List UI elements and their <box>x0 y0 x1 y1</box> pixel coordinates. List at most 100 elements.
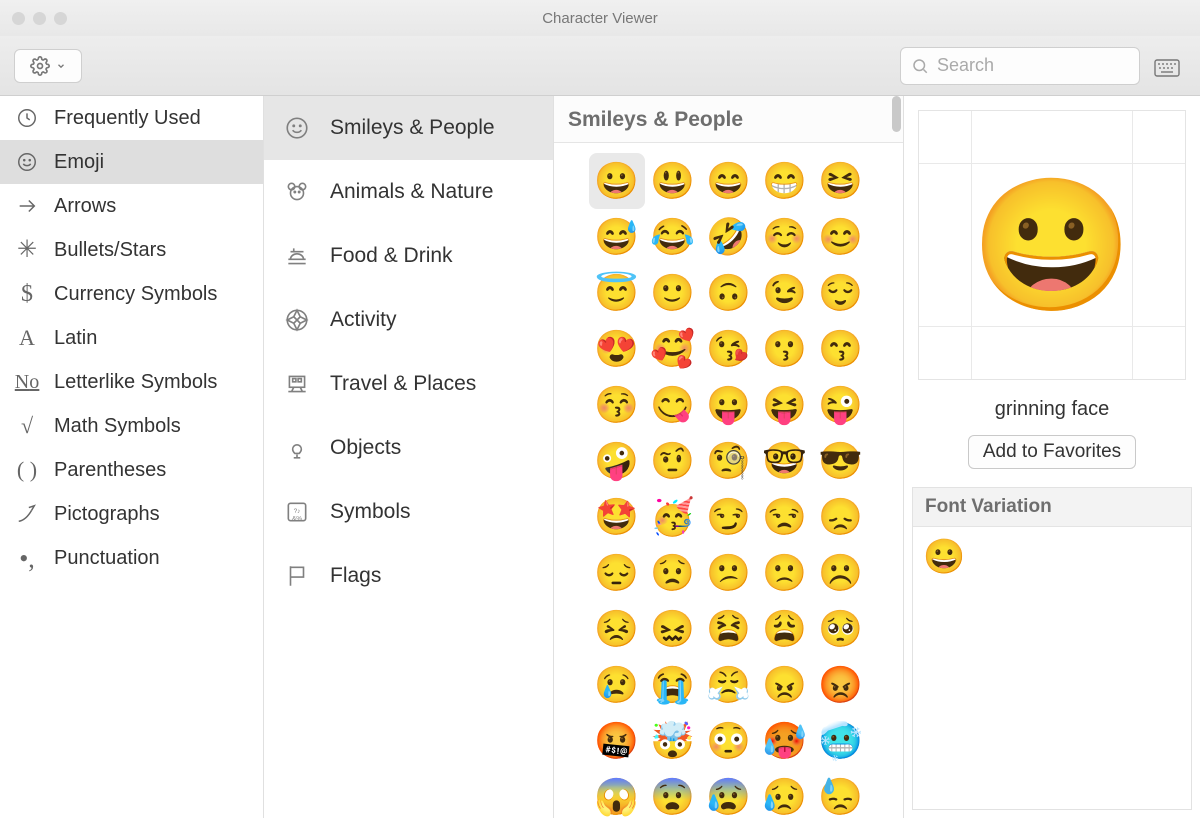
emoji-cell[interactable]: 😫 <box>701 601 757 657</box>
emoji-cell[interactable]: 🥶 <box>813 713 869 769</box>
sidebar-item-pictographs[interactable]: Pictographs <box>0 492 263 536</box>
emoji-cell[interactable]: 😌 <box>813 265 869 321</box>
emoji-cell[interactable]: 🤯 <box>645 713 701 769</box>
emoji-cell[interactable]: 😗 <box>757 321 813 377</box>
add-to-favorites-button[interactable]: Add to Favorites <box>968 435 1136 469</box>
subcategory-icon <box>282 179 312 205</box>
asterisk-icon: ✳︎ <box>14 238 40 262</box>
emoji-cell[interactable]: 😋 <box>645 377 701 433</box>
emoji-cell[interactable]: 😍 <box>589 321 645 377</box>
emoji-cell[interactable]: 🧐 <box>701 433 757 489</box>
sidebar-item-label: Math Symbols <box>54 415 181 438</box>
sidebar-item-math-symbols[interactable]: √Math Symbols <box>0 404 263 448</box>
emoji-cell[interactable]: 😄 <box>701 153 757 209</box>
emoji-cell[interactable]: 😞 <box>813 489 869 545</box>
emoji-cell[interactable]: 😜 <box>813 377 869 433</box>
emoji-cell[interactable]: 😩 <box>757 601 813 657</box>
close-button[interactable] <box>12 12 25 25</box>
subcategory-list: Smileys & PeopleAnimals & NatureFood & D… <box>264 96 554 818</box>
emoji-cell[interactable]: 😛 <box>701 377 757 433</box>
subcategory-label: Activity <box>330 308 397 332</box>
emoji-cell[interactable]: 🙁 <box>757 545 813 601</box>
emoji-cell[interactable]: 😉 <box>757 265 813 321</box>
emoji-cell[interactable]: 😡 <box>813 657 869 713</box>
search-input[interactable] <box>937 55 1129 76</box>
emoji-cell[interactable]: 😖 <box>645 601 701 657</box>
emoji-cell[interactable]: 😰 <box>701 769 757 818</box>
quill-icon <box>14 503 40 525</box>
emoji-cell[interactable]: 🤩 <box>589 489 645 545</box>
preview-box: 😀 <box>918 110 1186 380</box>
emoji-cell[interactable]: 🥺 <box>813 601 869 657</box>
emoji-cell[interactable]: 😘 <box>701 321 757 377</box>
emoji-cell[interactable]: 😀 <box>589 153 645 209</box>
subcategory-food-drink[interactable]: Food & Drink <box>264 224 553 288</box>
emoji-cell[interactable]: 😊 <box>813 209 869 265</box>
sidebar-item-letterlike-symbols[interactable]: NoLetterlike Symbols <box>0 360 263 404</box>
emoji-cell[interactable]: 🥰 <box>645 321 701 377</box>
emoji-cell[interactable]: 😅 <box>589 209 645 265</box>
zoom-button[interactable] <box>54 12 67 25</box>
subcategory-animals-nature[interactable]: Animals & Nature <box>264 160 553 224</box>
emoji-cell[interactable]: 😱 <box>589 769 645 818</box>
emoji-cell[interactable]: 😭 <box>645 657 701 713</box>
emoji-cell[interactable]: 🥳 <box>645 489 701 545</box>
emoji-cell[interactable]: 😂 <box>645 209 701 265</box>
emoji-cell[interactable]: 🤣 <box>701 209 757 265</box>
subcategory-travel-places[interactable]: Travel & Places <box>264 352 553 416</box>
sidebar-item-arrows[interactable]: Arrows <box>0 184 263 228</box>
emoji-cell[interactable]: 😟 <box>645 545 701 601</box>
emoji-cell[interactable]: 😔 <box>589 545 645 601</box>
subcategory-symbols[interactable]: ?♪&%Symbols <box>264 480 553 544</box>
emoji-cell[interactable]: 😕 <box>701 545 757 601</box>
preview-name: grinning face <box>904 398 1200 421</box>
titlebar: Character Viewer <box>0 0 1200 36</box>
emoji-cell[interactable]: 🙃 <box>701 265 757 321</box>
sidebar-item-punctuation[interactable]: •,Punctuation <box>0 536 263 580</box>
options-button[interactable] <box>14 49 82 83</box>
emoji-cell[interactable]: 😏 <box>701 489 757 545</box>
emoji-cell[interactable]: 😥 <box>757 769 813 818</box>
sidebar-item-latin[interactable]: ALatin <box>0 316 263 360</box>
subcategory-activity[interactable]: Activity <box>264 288 553 352</box>
emoji-cell[interactable]: 😢 <box>589 657 645 713</box>
sidebar-item-frequently-used[interactable]: Frequently Used <box>0 96 263 140</box>
emoji-cell[interactable]: 😒 <box>757 489 813 545</box>
keyboard-icon <box>1154 55 1180 77</box>
emoji-cell[interactable]: 😎 <box>813 433 869 489</box>
minimize-button[interactable] <box>33 12 46 25</box>
font-variation-glyph[interactable]: 😀 <box>923 538 965 576</box>
emoji-cell[interactable]: 😓 <box>813 769 869 818</box>
emoji-cell[interactable]: 😃 <box>645 153 701 209</box>
subcategory-smileys-people[interactable]: Smileys & People <box>264 96 553 160</box>
subcategory-objects[interactable]: Objects <box>264 416 553 480</box>
sidebar-item-bullets-stars[interactable]: ✳︎Bullets/Stars <box>0 228 263 272</box>
emoji-cell[interactable]: 🤪 <box>589 433 645 489</box>
emoji-cell[interactable]: 😨 <box>645 769 701 818</box>
emoji-cell[interactable]: 😆 <box>813 153 869 209</box>
emoji-cell[interactable]: ☹️ <box>813 545 869 601</box>
search-field[interactable] <box>900 47 1140 85</box>
font-variation-panel: Font Variation 😀 <box>912 487 1192 810</box>
emoji-cell[interactable]: 🤬 <box>589 713 645 769</box>
emoji-cell[interactable]: 😚 <box>589 377 645 433</box>
emoji-cell[interactable]: 🙂 <box>645 265 701 321</box>
sidebar-item-currency-symbols[interactable]: $Currency Symbols <box>0 272 263 316</box>
emoji-cell[interactable]: 🤨 <box>645 433 701 489</box>
emoji-cell[interactable]: 😳 <box>701 713 757 769</box>
scrollbar-thumb[interactable] <box>892 96 901 132</box>
emoji-cell[interactable]: 😠 <box>757 657 813 713</box>
emoji-cell[interactable]: 😣 <box>589 601 645 657</box>
emoji-cell[interactable]: 😁 <box>757 153 813 209</box>
emoji-cell[interactable]: 😇 <box>589 265 645 321</box>
emoji-cell[interactable]: 🥵 <box>757 713 813 769</box>
emoji-cell[interactable]: ☺️ <box>757 209 813 265</box>
emoji-cell[interactable]: 🤓 <box>757 433 813 489</box>
emoji-cell[interactable]: 😤 <box>701 657 757 713</box>
sidebar-item-parentheses[interactable]: ( )Parentheses <box>0 448 263 492</box>
emoji-cell[interactable]: 😝 <box>757 377 813 433</box>
subcategory-flags[interactable]: Flags <box>264 544 553 608</box>
keyboard-viewer-button[interactable] <box>1148 50 1186 82</box>
sidebar-item-emoji[interactable]: Emoji <box>0 140 263 184</box>
emoji-cell[interactable]: 😙 <box>813 321 869 377</box>
